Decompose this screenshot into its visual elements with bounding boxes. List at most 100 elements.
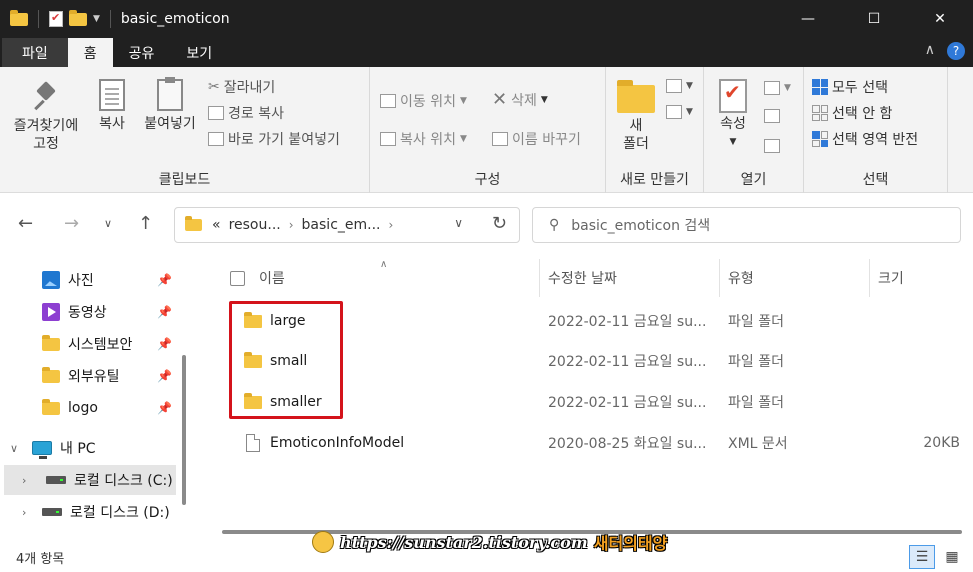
file-name: EmoticonInfoModel (270, 435, 405, 451)
file-type: 파일 폴더 (728, 314, 784, 330)
refresh-icon[interactable]: ↻ (492, 213, 507, 234)
minimize-button[interactable]: — (775, 0, 841, 38)
maximize-button[interactable]: ☐ (841, 0, 907, 38)
paste-button[interactable]: 붙여넣기 (138, 77, 202, 133)
nav-item-photos[interactable]: 사진 📌 (0, 265, 180, 295)
back-arrow-icon[interactable]: ← (18, 213, 33, 234)
large-icons-view-icon[interactable]: ▦ (939, 545, 965, 569)
rename-button[interactable]: 이름 바꾸기 (492, 129, 581, 149)
address-bar[interactable]: « resou... › basic_em... › ∨ ↻ (174, 207, 520, 243)
chevron-right-icon[interactable]: › (289, 218, 294, 232)
nav-item-label: 동영상 (68, 305, 107, 321)
column-size-label: 크기 (878, 271, 904, 287)
table-row[interactable]: large 2022-02-11 금요일 su... 파일 폴더 (200, 301, 973, 341)
select-all-checkbox[interactable] (230, 270, 245, 286)
nav-item-system-security[interactable]: 시스템보안 📌 (0, 329, 180, 359)
breadcrumb-item[interactable]: resou... (229, 217, 281, 233)
new-folder-label-2: 폴더 (623, 136, 649, 152)
open-button[interactable]: ▼ (764, 81, 791, 95)
close-button[interactable]: ✕ (907, 0, 973, 38)
folder-icon (42, 334, 60, 351)
search-icon: ⚲ (549, 217, 560, 233)
chevron-down-icon: ▼ (686, 107, 693, 117)
quick-access-toolbar: ▼ (0, 9, 115, 28)
copy-button[interactable]: 복사 (90, 79, 134, 133)
pin-icon: 📌 (157, 369, 172, 383)
tab-home[interactable]: 홈 (67, 38, 113, 67)
cut-button[interactable]: ✂ 잘라내기 (208, 77, 275, 97)
nav-item-label: 외부유틸 (68, 369, 120, 385)
navigation-pane: 사진 📌 동영상 📌 시스템보안 📌 외부유틸 📌 logo 📌 ∨ 내 PC … (0, 259, 192, 541)
recent-locations-chevron-icon[interactable]: ∨ (104, 217, 112, 230)
chevron-right-icon[interactable]: › (22, 506, 26, 519)
table-row[interactable]: small 2022-02-11 금요일 su... 파일 폴더 (200, 341, 973, 381)
column-size[interactable]: 크기 (870, 259, 973, 297)
chevron-down-icon: ▼ (540, 94, 548, 105)
nav-item-logo[interactable]: logo 📌 (0, 393, 180, 423)
new-item-icon (666, 79, 682, 93)
search-box[interactable]: ⚲ basic_emoticon 검색 (532, 207, 961, 243)
nav-item-drive-d[interactable]: › 로컬 디스크 (D:) (0, 497, 180, 527)
column-date-label: 수정한 날짜 (548, 271, 617, 287)
file-type: 파일 폴더 (728, 395, 784, 411)
chevron-up-icon[interactable]: ∧ (925, 42, 935, 60)
navigation-scrollbar[interactable] (182, 355, 186, 505)
easy-access-button[interactable]: ▼ (666, 105, 693, 119)
nav-item-external-utils[interactable]: 외부유틸 📌 (0, 361, 180, 391)
tab-file[interactable]: 파일 (2, 38, 68, 67)
nav-item-this-pc[interactable]: ∨ 내 PC (0, 433, 180, 463)
move-to-button[interactable]: 이동 위치 ▼ (380, 91, 467, 111)
properties-label: 속성 (720, 116, 746, 132)
help-icon[interactable]: ? (947, 42, 965, 60)
divider (38, 10, 39, 28)
invert-selection-button[interactable]: 선택 영역 반전 (812, 129, 918, 149)
delete-button[interactable]: ✕ 삭제 ▼ (492, 89, 548, 110)
chevron-down-icon[interactable]: ∨ (454, 216, 463, 230)
column-date[interactable]: 수정한 날짜 (540, 259, 720, 297)
tab-share[interactable]: 공유 (113, 38, 171, 67)
table-row[interactable]: EmoticonInfoModel 2020-08-25 화요일 su... X… (200, 423, 973, 463)
delete-label: 삭제 (511, 92, 537, 109)
forward-arrow-icon[interactable]: → (64, 213, 79, 234)
select-none-button[interactable]: 선택 안 함 (812, 103, 892, 123)
details-view-icon[interactable]: ☰ (909, 545, 935, 569)
organize-group: 이동 위치 ▼ 복사 위치 ▼ ✕ 삭제 ▼ 이름 바꾸기 구성 (370, 67, 606, 193)
edit-button[interactable] (764, 109, 780, 123)
paste-label: 붙여넣기 (144, 116, 196, 132)
properties-icon[interactable] (49, 11, 63, 27)
copy-to-button[interactable]: 복사 위치 ▼ (380, 129, 467, 149)
breadcrumb-item[interactable]: basic_em... (302, 217, 381, 233)
nav-item-drive-c[interactable]: › 로컬 디스크 (C:) (4, 465, 176, 495)
breadcrumb-overflow[interactable]: « (212, 217, 221, 233)
watermark-name: 새터의태양 (593, 534, 668, 553)
properties-button[interactable]: 속성 ▼ (712, 79, 754, 151)
copy-to-icon (380, 132, 396, 146)
copy-path-button[interactable]: 경로 복사 (208, 103, 284, 123)
rename-icon (492, 132, 508, 146)
chevron-down-icon[interactable]: ▼ (93, 14, 100, 24)
paste-shortcut-button[interactable]: 바로 가기 붙여넣기 (208, 129, 340, 149)
pin-to-quick-access-button[interactable]: 즐겨찾기에 고정 (8, 81, 84, 153)
file-size (880, 301, 960, 341)
chevron-right-icon[interactable]: › (389, 218, 394, 232)
column-type[interactable]: 유형 (720, 259, 870, 297)
pin-icon: 📌 (157, 337, 172, 351)
view-switcher: ☰ ▦ (909, 545, 965, 569)
table-row[interactable]: smaller 2022-02-11 금요일 su... 파일 폴더 (200, 382, 973, 422)
chevron-right-icon[interactable]: › (22, 474, 26, 487)
new-folder-button[interactable]: 새 폴더 (614, 80, 658, 153)
folder-icon (10, 9, 28, 26)
nav-item-videos[interactable]: 동영상 📌 (0, 297, 180, 327)
file-name: smaller (270, 394, 322, 410)
up-arrow-icon[interactable]: ↑ (138, 213, 153, 234)
chevron-down-icon: ▼ (729, 137, 737, 147)
rename-label: 이름 바꾸기 (512, 132, 581, 148)
select-all-button[interactable]: 모두 선택 (812, 77, 888, 97)
new-item-button[interactable]: ▼ (666, 79, 693, 93)
file-name-cell: large (244, 301, 305, 341)
chevron-down-icon[interactable]: ∨ (10, 442, 18, 455)
tab-view[interactable]: 보기 (170, 38, 228, 67)
folder-icon (244, 311, 262, 328)
history-button[interactable] (764, 139, 780, 153)
new-folder-icon[interactable] (69, 9, 87, 26)
